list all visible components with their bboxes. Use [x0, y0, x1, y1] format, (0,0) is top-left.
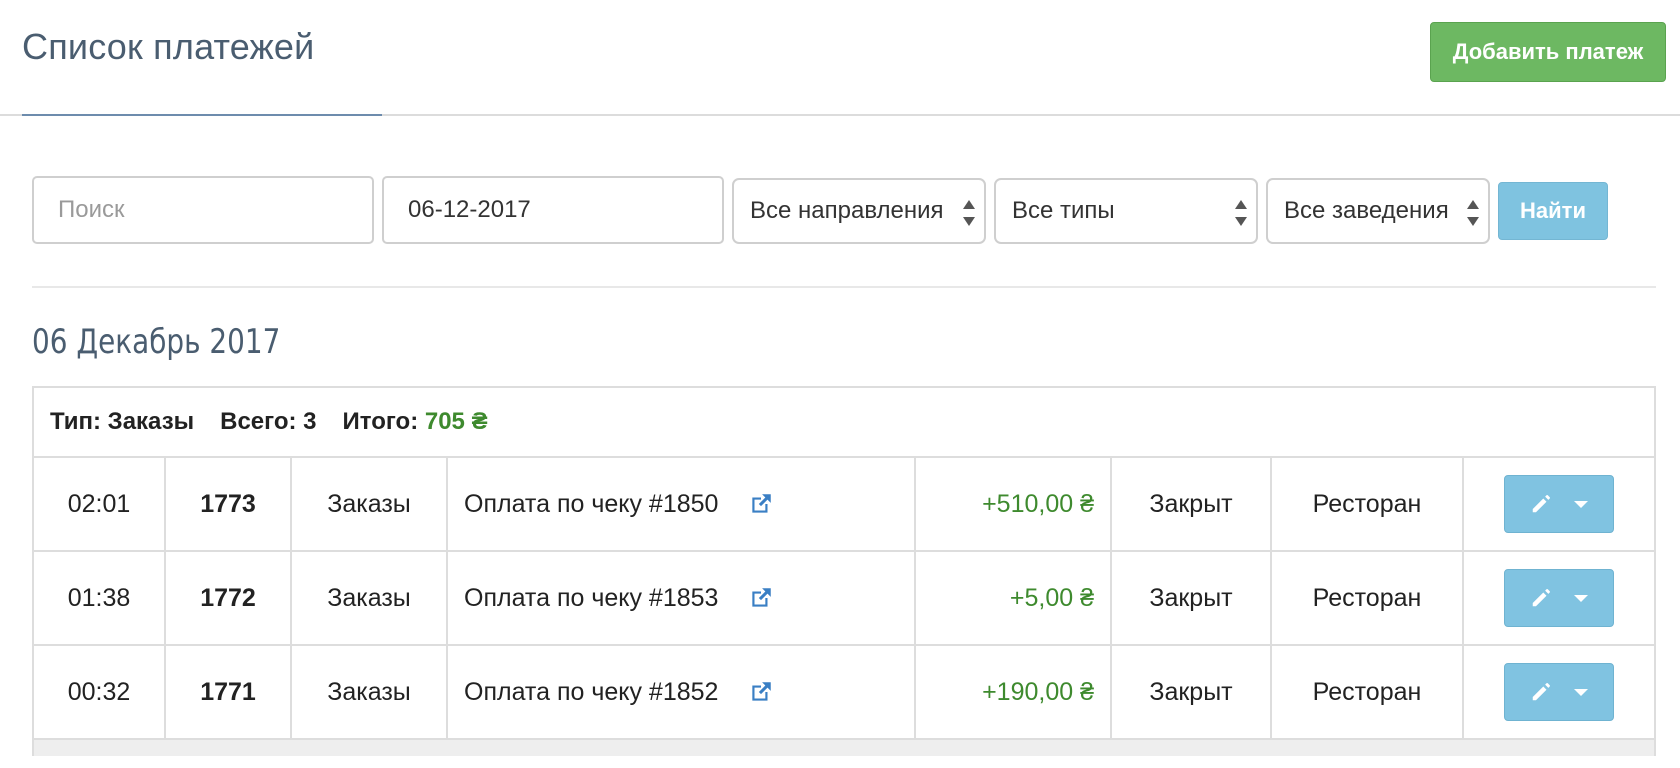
summary-type: Тип: Заказы — [50, 408, 195, 435]
external-link-icon[interactable] — [748, 491, 774, 517]
row-type: Заказы — [292, 552, 448, 644]
caret-down-icon[interactable] — [1574, 500, 1588, 508]
row-id: 1773 — [166, 458, 292, 550]
venue-select[interactable]: Все заведения — [1266, 178, 1490, 244]
select-arrows-icon — [962, 200, 976, 226]
row-type: Заказы — [292, 458, 448, 550]
row-description: Оплата по чеку #1853 — [464, 583, 719, 612]
date-input[interactable]: 06-12-2017 — [382, 176, 724, 244]
row-amount: +190,00 ₴ — [916, 646, 1112, 738]
row-description-cell: Оплата по чеку #1852 — [448, 646, 916, 738]
date-value: 06-12-2017 — [408, 196, 531, 223]
row-time: 00:32 — [34, 646, 166, 738]
table-footer — [34, 740, 1654, 756]
filters-bar: Поиск 06-12-2017 Все направления Все тип… — [0, 176, 1680, 244]
summary-total-label: Итого: — [342, 408, 419, 435]
row-id: 1772 — [166, 552, 292, 644]
external-link-icon[interactable] — [748, 585, 774, 611]
payments-table: Тип: Заказы Всего: 3 Итого: 705 ₴ 02:01 … — [32, 386, 1656, 756]
type-select[interactable]: Все типы — [994, 178, 1258, 244]
edit-button-group[interactable] — [1504, 475, 1614, 533]
title-underline — [22, 114, 382, 116]
pencil-icon[interactable] — [1530, 493, 1552, 515]
row-description-cell: Оплата по чеку #1853 — [448, 552, 916, 644]
table-row: 02:01 1773 Заказы Оплата по чеку #1850 +… — [34, 458, 1654, 552]
edit-button-group[interactable] — [1504, 569, 1614, 627]
row-status: Закрыт — [1112, 458, 1272, 550]
row-actions — [1464, 458, 1654, 550]
summary-total-value: 705 ₴ — [424, 408, 488, 435]
edit-button-group[interactable] — [1504, 663, 1614, 721]
caret-down-icon[interactable] — [1574, 594, 1588, 602]
row-actions — [1464, 646, 1654, 738]
caret-down-icon[interactable] — [1574, 688, 1588, 696]
page-header: Список платежей Добавить платеж — [0, 0, 1680, 116]
group-summary: Тип: Заказы Всего: 3 Итого: 705 ₴ — [34, 388, 1654, 458]
row-status: Закрыт — [1112, 646, 1272, 738]
search-input[interactable]: Поиск — [32, 176, 374, 244]
date-group-heading: 06 Декабрь 2017 — [32, 322, 281, 362]
row-description: Оплата по чеку #1852 — [464, 677, 719, 706]
find-button[interactable]: Найти — [1498, 182, 1608, 240]
row-type: Заказы — [292, 646, 448, 738]
row-id: 1771 — [166, 646, 292, 738]
summary-count: Всего: 3 — [220, 408, 317, 435]
pencil-icon[interactable] — [1530, 681, 1552, 703]
divider — [32, 286, 1656, 288]
row-place: Ресторан — [1272, 458, 1464, 550]
row-time: 01:38 — [34, 552, 166, 644]
table-row: 00:32 1771 Заказы Оплата по чеку #1852 +… — [34, 646, 1654, 740]
type-select-value: Все типы — [1012, 197, 1115, 224]
row-amount: +5,00 ₴ — [916, 552, 1112, 644]
search-placeholder: Поиск — [58, 196, 125, 223]
row-place: Ресторан — [1272, 552, 1464, 644]
row-time: 02:01 — [34, 458, 166, 550]
venue-select-value: Все заведения — [1284, 197, 1449, 224]
add-payment-button[interactable]: Добавить платеж — [1430, 22, 1666, 82]
external-link-icon[interactable] — [748, 679, 774, 705]
row-actions — [1464, 552, 1654, 644]
row-description: Оплата по чеку #1850 — [464, 489, 719, 518]
row-status: Закрыт — [1112, 552, 1272, 644]
page-title: Список платежей — [22, 26, 315, 67]
select-arrows-icon — [1234, 200, 1248, 226]
row-description-cell: Оплата по чеку #1850 — [448, 458, 916, 550]
row-place: Ресторан — [1272, 646, 1464, 738]
row-amount: +510,00 ₴ — [916, 458, 1112, 550]
select-arrows-icon — [1466, 200, 1480, 226]
table-row: 01:38 1772 Заказы Оплата по чеку #1853 +… — [34, 552, 1654, 646]
direction-select-value: Все направления — [750, 197, 944, 224]
direction-select[interactable]: Все направления — [732, 178, 986, 244]
pencil-icon[interactable] — [1530, 587, 1552, 609]
